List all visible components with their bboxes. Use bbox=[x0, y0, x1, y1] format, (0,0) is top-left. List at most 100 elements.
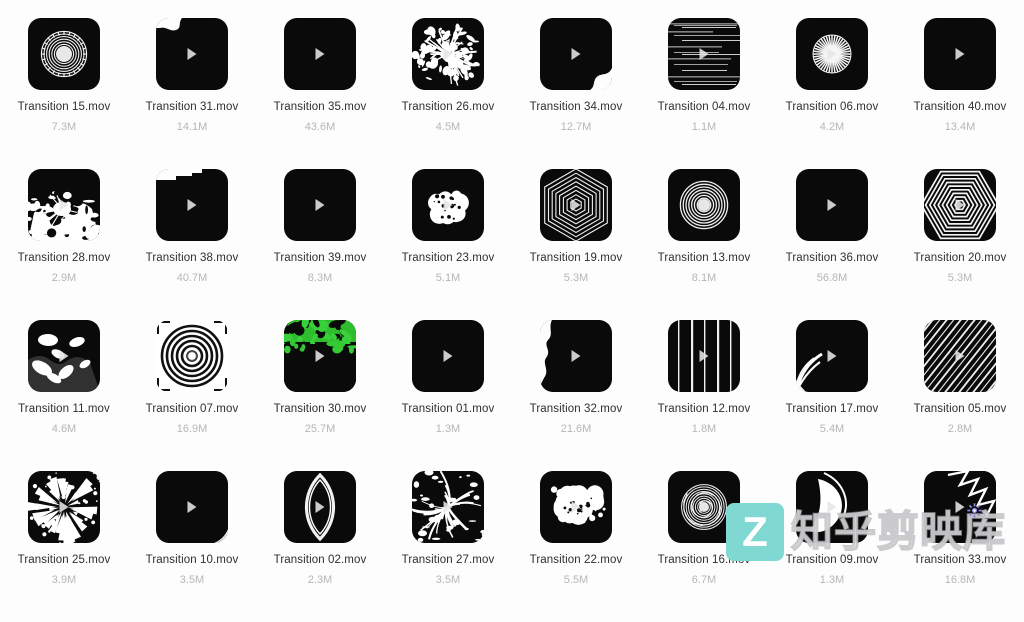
file-size: 2.3M bbox=[308, 574, 332, 587]
file-size: 1.1M bbox=[692, 121, 716, 134]
file-thumbnail[interactable] bbox=[540, 320, 612, 392]
play-icon bbox=[956, 350, 965, 362]
file-name: Transition 06.mov bbox=[786, 100, 879, 114]
file-name: Transition 22.mov bbox=[530, 553, 623, 567]
play-icon bbox=[828, 199, 837, 211]
file-item[interactable]: Transition 16.mov6.7M bbox=[640, 471, 768, 622]
file-size: 3.5M bbox=[436, 574, 460, 587]
file-thumbnail[interactable] bbox=[668, 18, 740, 90]
file-size: 1.8M bbox=[692, 423, 716, 436]
file-thumbnail[interactable] bbox=[156, 320, 228, 392]
file-thumbnail[interactable] bbox=[284, 169, 356, 241]
file-thumbnail[interactable] bbox=[284, 320, 356, 392]
file-thumbnail[interactable] bbox=[284, 471, 356, 543]
file-size: 5.4M bbox=[820, 423, 844, 436]
file-thumbnail[interactable] bbox=[924, 169, 996, 241]
file-item[interactable]: Transition 33.mov16.8M bbox=[896, 471, 1024, 622]
file-thumbnail[interactable] bbox=[668, 471, 740, 543]
file-item[interactable]: Transition 01.mov1.3M bbox=[384, 320, 512, 471]
file-item[interactable]: Transition 32.mov21.6M bbox=[512, 320, 640, 471]
play-icon bbox=[956, 199, 965, 211]
file-thumbnail[interactable] bbox=[412, 320, 484, 392]
file-item[interactable]: Transition 07.mov16.9M bbox=[128, 320, 256, 471]
file-item[interactable]: Transition 26.mov4.5M bbox=[384, 18, 512, 169]
file-thumbnail[interactable] bbox=[540, 471, 612, 543]
file-item[interactable]: Transition 23.mov5.1M bbox=[384, 169, 512, 320]
file-size: 4.6M bbox=[52, 423, 76, 436]
file-thumbnail[interactable] bbox=[540, 169, 612, 241]
file-thumbnail[interactable] bbox=[668, 320, 740, 392]
file-item[interactable]: Transition 27.mov3.5M bbox=[384, 471, 512, 622]
play-icon bbox=[828, 48, 837, 60]
file-item[interactable]: Transition 39.mov8.3M bbox=[256, 169, 384, 320]
file-thumbnail[interactable] bbox=[924, 471, 996, 543]
file-thumbnail[interactable] bbox=[924, 320, 996, 392]
file-thumbnail[interactable] bbox=[28, 320, 100, 392]
file-thumbnail[interactable] bbox=[668, 169, 740, 241]
file-item[interactable]: Transition 19.mov5.3M bbox=[512, 169, 640, 320]
file-thumbnail[interactable] bbox=[156, 169, 228, 241]
file-thumbnail[interactable] bbox=[796, 320, 868, 392]
file-item[interactable]: Transition 28.mov2.9M bbox=[0, 169, 128, 320]
file-thumbnail[interactable] bbox=[156, 471, 228, 543]
file-thumbnail[interactable] bbox=[924, 18, 996, 90]
file-thumbnail[interactable] bbox=[284, 18, 356, 90]
file-item[interactable]: Transition 13.mov8.1M bbox=[640, 169, 768, 320]
file-name: Transition 28.mov bbox=[18, 251, 111, 265]
file-item[interactable]: Transition 25.mov3.9M bbox=[0, 471, 128, 622]
play-icon bbox=[700, 48, 709, 60]
file-item[interactable]: Transition 35.mov43.6M bbox=[256, 18, 384, 169]
file-name: Transition 09.mov bbox=[786, 553, 879, 567]
play-icon bbox=[572, 48, 581, 60]
file-item[interactable]: Transition 11.mov4.6M bbox=[0, 320, 128, 471]
file-name: Transition 33.mov bbox=[914, 553, 1007, 567]
file-item[interactable]: Transition 15.mov7.3M bbox=[0, 18, 128, 169]
file-item[interactable]: Transition 02.mov2.3M bbox=[256, 471, 384, 622]
file-item[interactable]: Transition 34.mov12.7M bbox=[512, 18, 640, 169]
file-thumbnail[interactable] bbox=[412, 471, 484, 543]
play-icon bbox=[188, 501, 197, 513]
file-thumbnail[interactable] bbox=[156, 18, 228, 90]
file-item[interactable]: Transition 12.mov1.8M bbox=[640, 320, 768, 471]
file-name: Transition 07.mov bbox=[146, 402, 239, 416]
file-thumbnail[interactable] bbox=[796, 169, 868, 241]
file-item[interactable]: Transition 10.mov3.5M bbox=[128, 471, 256, 622]
file-item[interactable]: Transition 17.mov 5.4M bbox=[768, 320, 896, 471]
file-name: Transition 01.mov bbox=[402, 402, 495, 416]
play-icon bbox=[444, 350, 453, 362]
file-item[interactable]: Transition 20.mov5.3M bbox=[896, 169, 1024, 320]
file-item[interactable]: Transition 06.mov4.2M bbox=[768, 18, 896, 169]
file-name: Transition 17.mov bbox=[786, 402, 879, 416]
play-icon bbox=[60, 199, 69, 211]
gear-icon[interactable] bbox=[967, 503, 982, 518]
file-item[interactable]: Transition 09.mov1.3M bbox=[768, 471, 896, 622]
file-thumbnail[interactable] bbox=[540, 18, 612, 90]
file-item[interactable]: Transition 40.mov13.4M bbox=[896, 18, 1024, 169]
file-thumbnail[interactable] bbox=[28, 471, 100, 543]
file-thumbnail[interactable] bbox=[412, 18, 484, 90]
play-icon bbox=[60, 501, 69, 513]
file-thumbnail[interactable] bbox=[28, 169, 100, 241]
play-icon bbox=[572, 350, 581, 362]
file-thumbnail[interactable] bbox=[28, 18, 100, 90]
play-icon bbox=[700, 350, 709, 362]
file-name: Transition 32.mov bbox=[530, 402, 623, 416]
file-item[interactable]: Transition 31.mov14.1M bbox=[128, 18, 256, 169]
file-item[interactable]: Transition 36.mov56.8M bbox=[768, 169, 896, 320]
file-item[interactable]: Transition 04.mov1.1M bbox=[640, 18, 768, 169]
file-size: 4.5M bbox=[436, 121, 460, 134]
file-thumbnail[interactable] bbox=[412, 169, 484, 241]
play-icon bbox=[188, 199, 197, 211]
play-icon bbox=[60, 350, 69, 362]
file-item[interactable]: Transition 38.mov40.7M bbox=[128, 169, 256, 320]
play-icon bbox=[444, 501, 453, 513]
file-item[interactable]: Transition 05.mov2.8M bbox=[896, 320, 1024, 471]
file-item[interactable]: Transition 30.mov25.7M bbox=[256, 320, 384, 471]
file-size: 3.5M bbox=[180, 574, 204, 587]
file-name: Transition 35.mov bbox=[274, 100, 367, 114]
file-name: Transition 16.mov bbox=[658, 553, 751, 567]
file-thumbnail[interactable] bbox=[796, 471, 868, 543]
file-thumbnail[interactable] bbox=[796, 18, 868, 90]
file-item[interactable]: Transition 22.mov5.5M bbox=[512, 471, 640, 622]
file-name: Transition 30.mov bbox=[274, 402, 367, 416]
